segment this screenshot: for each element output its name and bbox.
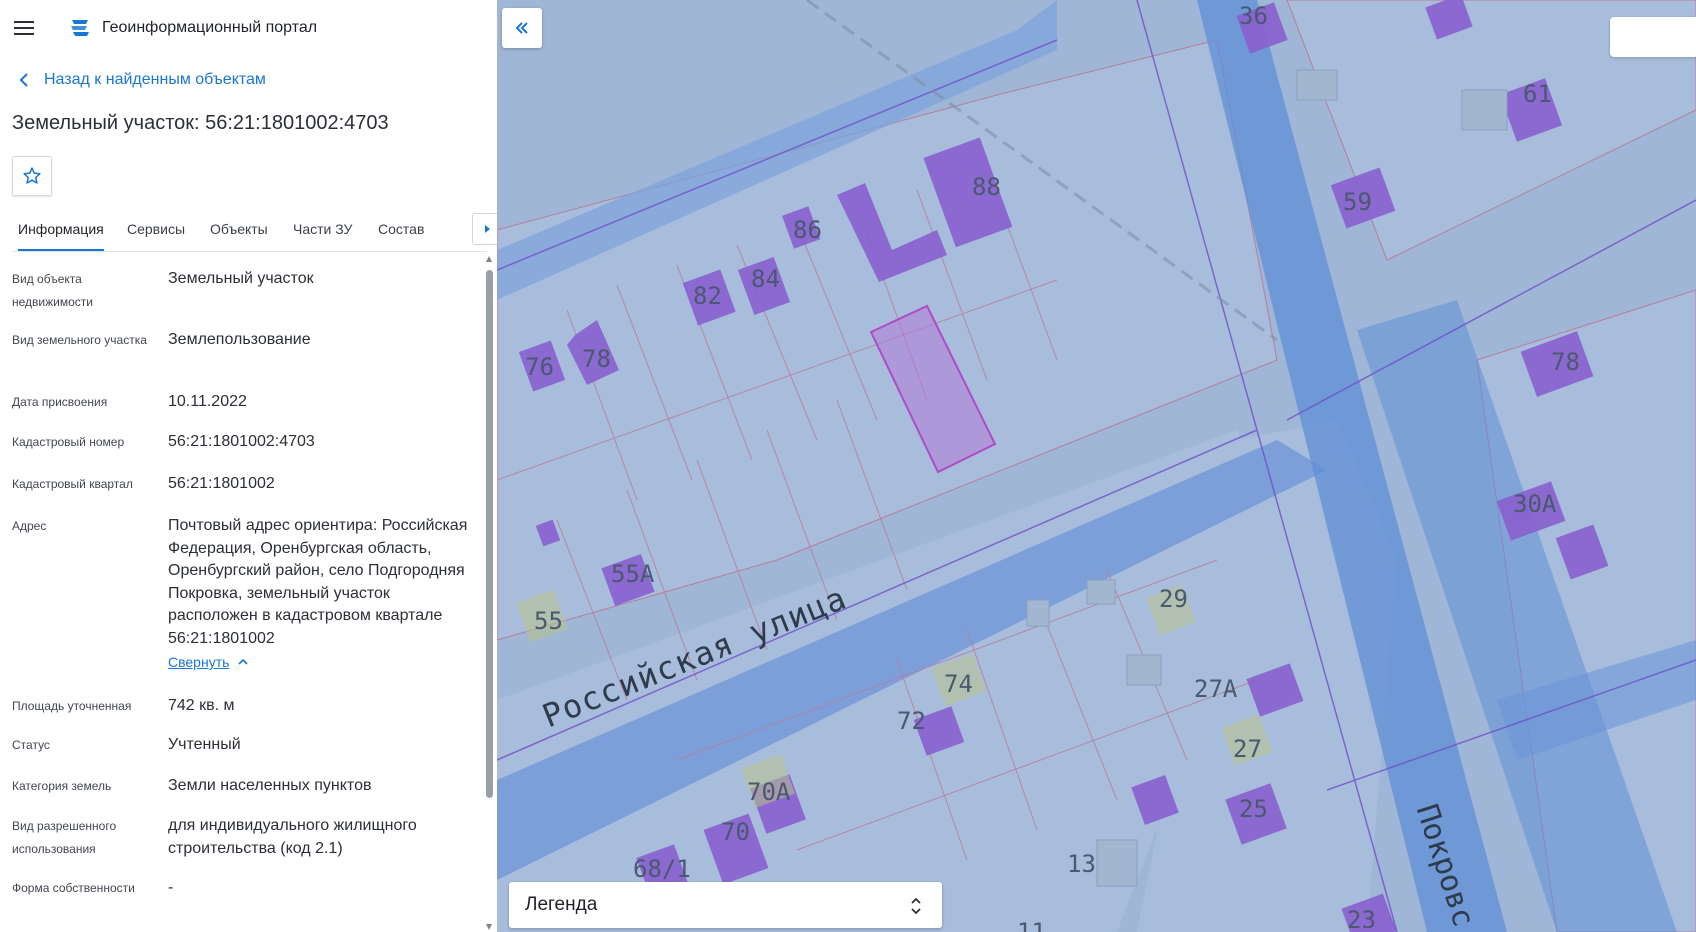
address-value: Почтовый адрес ориентира: Российская Фед…: [168, 515, 468, 675]
property-label: Кадастровый квартал: [12, 477, 133, 491]
tab-bar: Информация Сервисы Объекты Части ЗУ Сост…: [12, 213, 497, 252]
property-value: 742 кв. м: [168, 697, 235, 714]
back-link-label: Назад к найденным объектам: [44, 71, 266, 88]
collapse-address-link[interactable]: Свернуть: [168, 651, 249, 674]
back-to-results-link[interactable]: Назад к найденным объектам: [16, 68, 497, 92]
double-chevron-left-icon: [515, 22, 528, 34]
tab-information[interactable]: Информация: [18, 213, 104, 251]
legend-panel[interactable]: Легенда: [509, 882, 942, 928]
tab-composition[interactable]: Состав: [378, 213, 424, 249]
caret-right-icon: [485, 225, 490, 233]
chevron-left-icon: [19, 73, 28, 87]
property-value: Учтенный: [168, 736, 241, 753]
property-label: Статус: [12, 738, 50, 752]
scroll-up-arrow-icon[interactable]: [486, 256, 492, 262]
property-label: Адрес: [12, 519, 47, 533]
favorite-button[interactable]: [12, 156, 52, 196]
tabs-scroll-right-button[interactable]: [472, 213, 497, 245]
property-label: Форма собственности: [12, 881, 135, 895]
chevron-up-icon: [238, 659, 248, 665]
portal-logo-icon: [68, 16, 92, 40]
property-label: Вид объекта недвижимости: [12, 272, 93, 309]
map-search-box[interactable]: [1610, 17, 1696, 57]
collapse-panel-button[interactable]: [502, 8, 542, 48]
panel-scrollbar[interactable]: [485, 256, 494, 932]
collapse-label: Свернуть: [168, 654, 230, 670]
scroll-down-arrow-icon[interactable]: [486, 924, 492, 930]
property-value: -: [168, 879, 174, 896]
property-label: Площадь уточненная: [12, 699, 132, 713]
star-icon: [23, 167, 41, 184]
map-view[interactable]: Российская улица Покровс 36 61 88 86 82 …: [497, 0, 1696, 932]
property-value: 56:21:1801002:4703: [168, 433, 315, 450]
property-value: Земли населенных пунктов: [168, 777, 372, 794]
property-value: 56:21:1801002: [168, 475, 275, 492]
scrollbar-thumb[interactable]: [486, 270, 493, 798]
tab-objects[interactable]: Объекты: [210, 213, 268, 249]
property-value: для индивидуального жилищного строительс…: [168, 817, 417, 857]
legend-label: Легенда: [525, 894, 598, 915]
app-title: Геоинформационный портал: [102, 19, 318, 36]
info-panel: Геоинформационный портал Назад к найденн…: [0, 0, 498, 932]
property-label: Категория земель: [12, 779, 112, 793]
hamburger-menu-icon[interactable]: [12, 16, 36, 40]
map-canvas[interactable]: [497, 0, 1696, 932]
property-value: 10.11.2022: [168, 393, 247, 410]
property-label: Дата присвоения: [12, 395, 108, 409]
top-bar: Геоинформационный портал: [0, 0, 497, 56]
property-label: Вид земельного участка: [12, 333, 147, 347]
property-value: Земельный участок: [168, 270, 314, 287]
tab-services[interactable]: Сервисы: [127, 213, 185, 249]
tab-parcel-parts[interactable]: Части ЗУ: [293, 213, 352, 249]
property-value: Почтовый адрес ориентира: Российская Фед…: [168, 517, 468, 647]
property-label: Кадастровый номер: [12, 435, 125, 449]
expand-collapse-chevrons-icon: [911, 897, 921, 915]
property-value: Землепользование: [168, 331, 311, 348]
object-title: Земельный участок: 56:21:1801002:4703: [12, 112, 389, 134]
property-label: Вид разрешенного использования: [12, 819, 117, 856]
